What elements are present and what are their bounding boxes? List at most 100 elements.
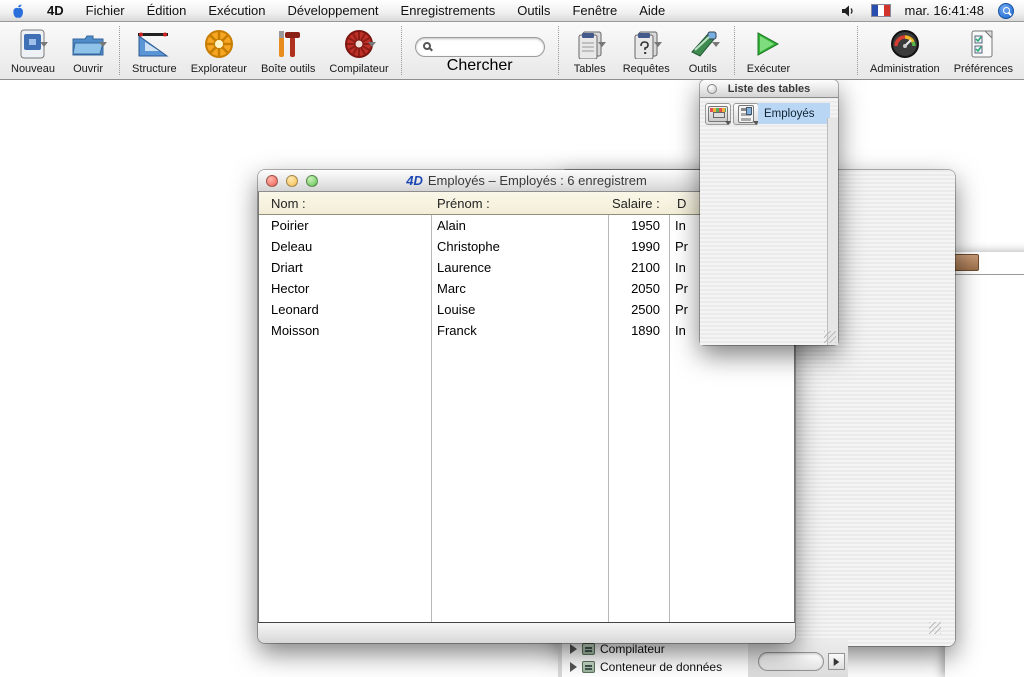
apple-icon <box>11 3 25 19</box>
cell-nom: Deleau <box>271 239 312 254</box>
toolbar-separator <box>857 26 858 75</box>
cell-dept: In <box>675 218 686 233</box>
cell-nom: Hector <box>271 281 309 296</box>
search-icon <box>423 42 431 50</box>
package-icon <box>953 254 979 271</box>
toolbar-button-new[interactable]: Nouveau <box>4 22 62 79</box>
column-header[interactable]: Salaire : <box>612 196 660 211</box>
column-divider[interactable] <box>608 215 609 622</box>
scroll-right-button[interactable] <box>828 653 845 670</box>
cell-nom: Poirier <box>271 218 309 233</box>
column-header[interactable]: Prénom : <box>437 196 490 211</box>
scroll-strip <box>748 640 848 677</box>
toolbar-button-queries[interactable]: Requêtes <box>616 22 677 79</box>
records-window-footer <box>258 623 795 643</box>
resize-grip[interactable] <box>824 331 836 343</box>
admin-icon <box>890 29 920 59</box>
explorer-item-label: Compilateur <box>600 642 665 656</box>
toolbar-button-open[interactable]: Ouvrir <box>62 22 114 79</box>
tables-list-palette: Liste des tables Employés <box>700 80 838 345</box>
resize-grip[interactable] <box>929 622 941 634</box>
toolbar-button-compiler[interactable]: Compilateur <box>322 22 395 79</box>
chevron-down-icon <box>598 42 606 47</box>
toolbar-button-label: Nouveau <box>11 63 55 75</box>
menu-item-6[interactable]: Outils <box>506 0 561 22</box>
component-icon <box>582 661 595 673</box>
disclosure-triangle-icon[interactable] <box>570 644 577 654</box>
run-icon <box>755 30 781 58</box>
list-icon <box>738 105 754 123</box>
prefs-icon <box>970 29 996 59</box>
toolbar-button-label: Compilateur <box>329 63 388 75</box>
cell-prenom: Laurence <box>437 260 491 275</box>
menu-bar: 4DFichierÉditionExécutionDéveloppementEn… <box>0 0 1024 22</box>
minimize-button[interactable] <box>286 175 298 187</box>
window-controls <box>266 175 318 187</box>
cell-salaire: 2100 <box>608 260 660 275</box>
cell-prenom: Alain <box>437 218 466 233</box>
cell-prenom: Franck <box>437 323 477 338</box>
chevron-down-icon <box>99 42 107 47</box>
palette-item-label: Employés <box>764 108 815 120</box>
spotlight-icon[interactable] <box>998 3 1014 19</box>
toolbar-button-explorer[interactable]: Explorateur <box>184 22 254 79</box>
menu-item-0[interactable]: 4D <box>36 0 75 22</box>
close-button[interactable] <box>266 175 278 187</box>
toolbar-button-tools[interactable]: Outils <box>677 22 729 79</box>
toolbar-separator <box>558 26 559 75</box>
cell-prenom: Louise <box>437 302 475 317</box>
cell-dept: Pr <box>675 239 688 254</box>
divider <box>945 274 1024 275</box>
menu-item-8[interactable]: Aide <box>628 0 676 22</box>
palette-body: Employés <box>700 99 838 345</box>
disclosure-triangle-icon[interactable] <box>570 662 577 672</box>
chevron-down-icon <box>40 42 48 47</box>
menu-item-2[interactable]: Édition <box>136 0 198 22</box>
menu-item-1[interactable]: Fichier <box>75 0 136 22</box>
palette-item-employes[interactable]: Employés <box>758 103 830 124</box>
toolbox-icon <box>274 29 302 59</box>
cell-nom: Moisson <box>271 323 319 338</box>
toolbar-button-label: Administration <box>870 63 940 75</box>
zoom-button[interactable] <box>306 175 318 187</box>
input-language-flag-icon[interactable] <box>871 4 891 17</box>
cell-prenom: Marc <box>437 281 466 296</box>
explorer-item-0[interactable]: Compilateur <box>570 642 665 656</box>
toolbar-button-tables[interactable]: Tables <box>564 22 616 79</box>
chevron-down-icon <box>654 42 662 47</box>
desktop: MacOSX Employés – Structure <box>0 0 1024 677</box>
menu-item-4[interactable]: Développement <box>276 0 389 22</box>
toolbar-search[interactable]: Chercher <box>407 22 553 79</box>
explorer-item-1[interactable]: Conteneur de données <box>570 660 722 674</box>
toolbar-button-toolbox[interactable]: Boîte outils <box>254 22 322 79</box>
form-view-button[interactable] <box>705 103 731 125</box>
column-header[interactable]: Nom : <box>271 196 306 211</box>
methods-panel: thodes NOUT.EXE <box>0 141 179 175</box>
toolbar-separator <box>734 26 735 75</box>
toolbar-button-prefs[interactable]: Préférences <box>947 22 1020 79</box>
toolbar-button-structure[interactable]: Structure <box>125 22 184 79</box>
background-window-right <box>945 252 1024 677</box>
menu-clock[interactable]: mar. 16:41:48 <box>905 3 985 18</box>
column-header[interactable]: D <box>677 196 686 211</box>
horizontal-scroller[interactable] <box>758 652 824 671</box>
cell-nom: Driart <box>271 260 303 275</box>
list-view-button[interactable] <box>733 103 759 125</box>
menu-item-5[interactable]: Enregistrements <box>390 0 507 22</box>
volume-icon[interactable] <box>841 4 857 18</box>
toolbar-button-run[interactable]: Exécuter <box>740 22 797 79</box>
column-divider[interactable] <box>431 215 432 622</box>
palette-titlebar[interactable]: Liste des tables <box>700 80 838 98</box>
search-field[interactable] <box>415 37 545 57</box>
column-divider[interactable] <box>669 215 670 622</box>
records-window-title: Employés – Employés : 6 enregistrem <box>428 173 647 188</box>
apple-menu[interactable] <box>0 0 36 22</box>
menu-item-3[interactable]: Exécution <box>197 0 276 22</box>
menu-item-7[interactable]: Fenêtre <box>561 0 628 22</box>
toolbar-button-admin[interactable]: Administration <box>863 22 947 79</box>
close-button[interactable] <box>707 84 717 94</box>
toolbar-button-label: Boîte outils <box>261 63 315 75</box>
cell-dept: Pr <box>675 281 688 296</box>
palette-scrollbar[interactable] <box>827 118 838 345</box>
cell-dept: In <box>675 260 686 275</box>
